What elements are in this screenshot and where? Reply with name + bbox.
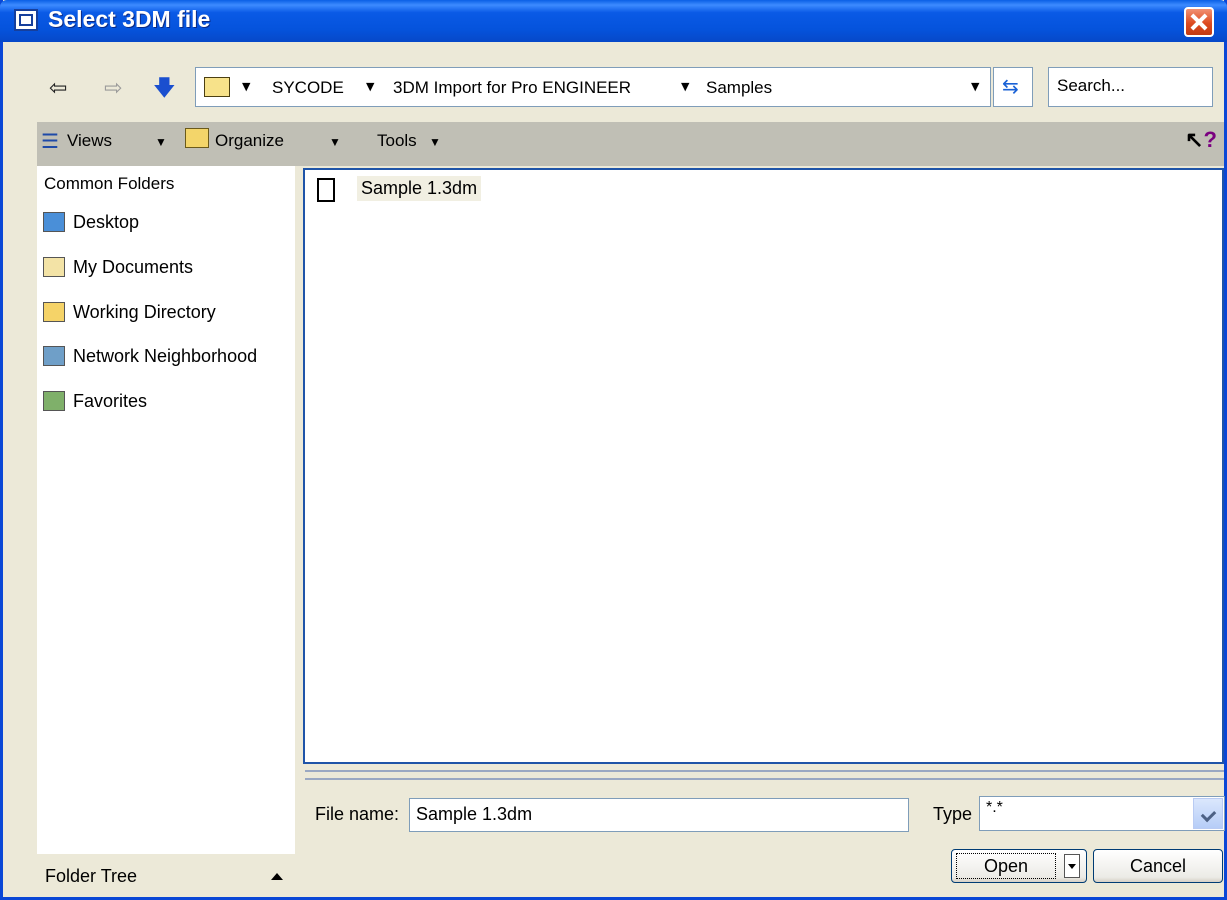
back-arrow-icon[interactable]: ⇦ xyxy=(49,78,67,100)
window-title: Select 3DM file xyxy=(48,6,211,32)
refresh-button[interactable]: ⇆ xyxy=(993,67,1033,107)
views-dropdown-icon[interactable]: ▼ xyxy=(155,135,167,149)
sidebar-item-network-neighborhood[interactable]: Network Neighborhood xyxy=(43,346,257,367)
breadcrumb-dropdown-icon[interactable]: ▼ xyxy=(366,80,374,93)
title-bar[interactable]: Select 3DM file xyxy=(0,0,1227,42)
sidebar-item-favorites[interactable]: Favorites xyxy=(43,391,147,412)
forward-arrow-icon[interactable]: ⇨ xyxy=(104,78,122,100)
desktop-icon xyxy=(43,212,65,232)
sidebar-item-desktop[interactable]: Desktop xyxy=(43,212,139,233)
organize-dropdown-icon[interactable]: ▼ xyxy=(329,135,341,149)
window-icon xyxy=(14,9,38,31)
breadcrumb-samples[interactable]: Samples xyxy=(706,78,772,98)
cancel-button[interactable]: Cancel xyxy=(1093,849,1223,883)
select-file-dialog: Select 3DM file ⇦ ⇨ 🡇 ▼ SYCODE ▼ 3DM Imp… xyxy=(0,0,1227,900)
toolbar: ☰ Views ▼ Organize ▼ Tools ▼ ↖? xyxy=(37,122,1224,166)
folder-icon xyxy=(204,77,230,97)
sidebar-item-label: Working Directory xyxy=(73,302,216,322)
common-folders-panel: Common Folders Desktop My Documents Work… xyxy=(37,166,295,854)
type-dropdown-icon[interactable] xyxy=(1193,798,1223,829)
breadcrumb-dropdown-icon[interactable]: ▼ xyxy=(242,80,250,93)
up-arrow-icon[interactable]: 🡇 xyxy=(153,78,176,100)
sidebar-item-label: Desktop xyxy=(73,212,140,232)
sidebar-item-label: Network Neighborhood xyxy=(73,346,258,366)
views-icon[interactable]: ☰ xyxy=(41,129,59,154)
breadcrumb-sycode[interactable]: SYCODE xyxy=(272,78,344,98)
network-icon xyxy=(43,346,65,366)
help-pointer-icon[interactable]: ↖? xyxy=(1185,127,1217,153)
type-label: Type xyxy=(933,804,973,824)
sidebar-item-my-documents[interactable]: My Documents xyxy=(43,257,193,278)
favorites-icon xyxy=(43,391,65,411)
file-name-label: File name: xyxy=(315,804,400,824)
file-icon xyxy=(317,178,335,202)
my-documents-icon xyxy=(43,257,65,277)
sidebar-item-working-directory[interactable]: Working Directory xyxy=(43,302,216,323)
splitter[interactable] xyxy=(305,770,1224,780)
navigation-bar: ⇦ ⇨ 🡇 ▼ SYCODE ▼ 3DM Import for Pro ENGI… xyxy=(3,42,1224,122)
file-name: Sample 1.3dm xyxy=(357,176,482,201)
sidebar-item-label: My Documents xyxy=(73,257,194,277)
type-select[interactable]: *.* xyxy=(979,796,1225,831)
refresh-icon: ⇆ xyxy=(1002,74,1019,98)
address-dropdown-icon[interactable]: ▼ xyxy=(971,80,979,93)
views-button[interactable]: Views xyxy=(67,131,112,151)
tools-button[interactable]: Tools xyxy=(377,131,417,151)
sidebar-item-label: Favorites xyxy=(73,391,148,411)
open-dropdown-icon[interactable] xyxy=(1064,854,1080,878)
folder-tree-arrow-icon[interactable] xyxy=(271,873,283,880)
organize-icon xyxy=(185,128,209,148)
open-button[interactable]: Open xyxy=(951,849,1087,883)
organize-button[interactable]: Organize xyxy=(215,131,284,151)
address-bar[interactable]: ▼ SYCODE ▼ 3DM Import for Pro ENGINEER ▼… xyxy=(195,67,991,107)
file-list[interactable]: Sample 1.3dm xyxy=(303,168,1224,764)
open-button-label: Open xyxy=(956,853,1056,879)
breadcrumb-3dm-import[interactable]: 3DM Import for Pro ENGINEER xyxy=(393,78,631,98)
breadcrumb-dropdown-icon[interactable]: ▼ xyxy=(681,80,689,93)
folder-tree-toggle[interactable]: Folder Tree xyxy=(45,866,137,887)
common-folders-header: Common Folders xyxy=(44,174,175,193)
close-button[interactable] xyxy=(1184,7,1214,37)
tools-dropdown-icon[interactable]: ▼ xyxy=(429,135,441,149)
search-input[interactable]: Search... xyxy=(1048,67,1213,107)
working-directory-icon xyxy=(43,302,65,322)
type-value: *.* xyxy=(986,799,1003,816)
file-name-input[interactable]: Sample 1.3dm xyxy=(409,798,909,832)
